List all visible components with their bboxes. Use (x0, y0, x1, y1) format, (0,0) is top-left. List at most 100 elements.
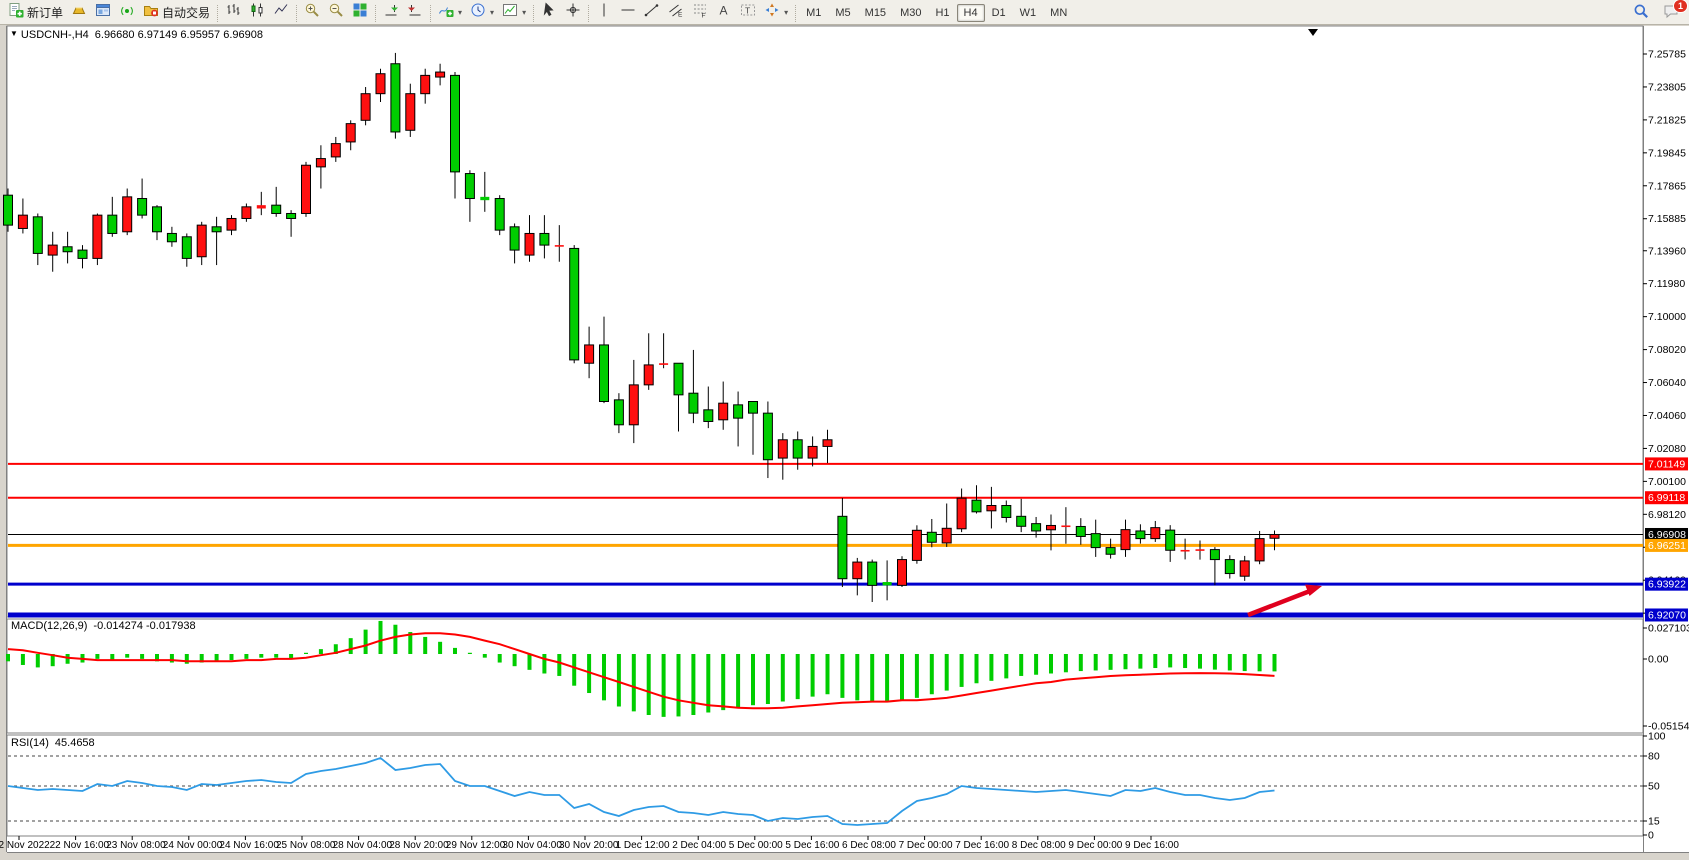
cursor-button[interactable] (537, 1, 561, 23)
chart-dropdown-icon[interactable]: ▼ (10, 29, 18, 38)
line-chart-button[interactable] (269, 1, 293, 23)
svg-text:7.06040: 7.06040 (1648, 377, 1686, 389)
search-button[interactable] (1629, 2, 1653, 24)
svg-text:F: F (702, 12, 706, 18)
timeframe-button-d1[interactable]: D1 (985, 4, 1013, 22)
svg-text:30 Nov 20:00: 30 Nov 20:00 (559, 840, 619, 851)
timeframe-button-h4[interactable]: H4 (957, 4, 985, 22)
chart-area[interactable]: 7.257857.238057.218257.198457.178657.158… (0, 0, 1689, 860)
svg-text:A: A (720, 3, 728, 17)
crosshair-icon (565, 2, 581, 23)
svg-text:7.10000: 7.10000 (1648, 311, 1686, 323)
svg-text:23 Nov 08:00: 23 Nov 08:00 (106, 840, 166, 851)
timeframe-button-mn[interactable]: MN (1043, 4, 1074, 22)
svg-text:7.08020: 7.08020 (1648, 344, 1686, 356)
arrows-button[interactable]: ▾ (760, 1, 792, 23)
periods-button[interactable]: ▾ (466, 1, 498, 23)
candlestick-chart-button[interactable] (245, 1, 269, 23)
bar-chart-button[interactable] (221, 1, 245, 23)
terminal-button[interactable] (91, 1, 115, 23)
new-order-button[interactable]: 新订单 (4, 1, 67, 23)
timeframe-toolbar: M1M5M15M30H1H4D1W1MN (799, 3, 1074, 21)
svg-text:7.00100: 7.00100 (1648, 476, 1686, 488)
svg-text:9 Dec 00:00: 9 Dec 00:00 (1068, 840, 1122, 851)
svg-text:29 Nov 12:00: 29 Nov 12:00 (446, 840, 506, 851)
svg-text:2 Dec 04:00: 2 Dec 04:00 (672, 840, 726, 851)
templates-button[interactable]: ▾ (498, 1, 530, 23)
label-button[interactable]: T (736, 1, 760, 23)
indicators-button[interactable]: ▾ (434, 1, 466, 23)
svg-text:7 Dec 16:00: 7 Dec 16:00 (955, 840, 1009, 851)
svg-text:7.04060: 7.04060 (1648, 410, 1686, 422)
timeframe-button-w1[interactable]: W1 (1013, 4, 1044, 22)
svg-text:6.93922: 6.93922 (1648, 579, 1686, 591)
macd-name: MACD(12,26,9) (11, 620, 87, 632)
trendline-button[interactable] (640, 1, 664, 23)
zoom-out-button[interactable] (324, 1, 348, 23)
macd-pane[interactable] (7, 619, 1643, 733)
notifications-button[interactable]: 1 (1659, 2, 1683, 24)
search-icon (1633, 3, 1649, 24)
signals-button[interactable] (115, 1, 139, 23)
svg-text:1 Dec 12:00: 1 Dec 12:00 (616, 840, 670, 851)
channel-button[interactable]: E (664, 1, 688, 23)
channel-icon: E (668, 2, 684, 23)
rsi-value: 45.4658 (55, 737, 95, 749)
notification-badge: 1 (1673, 0, 1688, 13)
fibonacci-button[interactable]: F (688, 1, 712, 23)
gold-button[interactable] (67, 1, 91, 23)
svg-text:22 Nov 2022: 22 Nov 2022 (0, 840, 50, 851)
zoom-in-button[interactable] (300, 1, 324, 23)
svg-text:28 Nov 04:00: 28 Nov 04:00 (333, 840, 393, 851)
timeframe-button-h1[interactable]: H1 (928, 4, 956, 22)
tile-windows-button[interactable] (348, 1, 372, 23)
timeframe-button-m30[interactable]: M30 (893, 4, 928, 22)
signal-icon (119, 2, 135, 23)
svg-text:7.25785: 7.25785 (1648, 49, 1686, 61)
auto-trading-icon (143, 2, 159, 23)
chart-shift-icon (407, 2, 423, 23)
svg-text:24 Nov 00:00: 24 Nov 00:00 (163, 840, 223, 851)
chart-shift-button[interactable] (403, 1, 427, 23)
svg-text:28 Nov 20:00: 28 Nov 20:00 (389, 840, 449, 851)
main-price-pane[interactable] (7, 26, 1643, 617)
svg-text:0: 0 (1648, 830, 1654, 842)
chevron-down-icon: ▾ (522, 8, 526, 17)
svg-text:7.19845: 7.19845 (1648, 147, 1686, 159)
svg-text:7.15885: 7.15885 (1648, 213, 1686, 225)
toolbar-separator (533, 5, 534, 22)
svg-text:6 Dec 08:00: 6 Dec 08:00 (842, 840, 896, 851)
svg-text:0.00: 0.00 (1648, 654, 1669, 666)
tile-windows-icon (352, 2, 368, 23)
candlestick-icon (249, 2, 265, 23)
svg-text:7.02080: 7.02080 (1648, 443, 1686, 455)
svg-text:25 Nov 08:00: 25 Nov 08:00 (276, 840, 336, 851)
auto-trading-button[interactable]: 自动交易 (139, 1, 214, 23)
svg-text:9 Dec 16:00: 9 Dec 16:00 (1125, 840, 1179, 851)
svg-text:E: E (678, 11, 683, 18)
svg-text:7.21825: 7.21825 (1648, 114, 1686, 126)
crosshair-button[interactable] (561, 1, 585, 23)
zoom-in-icon (304, 2, 320, 23)
svg-text:5 Dec 00:00: 5 Dec 00:00 (729, 840, 783, 851)
macd-values: -0.014274 -0.017938 (93, 620, 195, 632)
svg-text:30 Nov 04:00: 30 Nov 04:00 (502, 840, 562, 851)
svg-text:7.23805: 7.23805 (1648, 81, 1686, 93)
timeframe-button-m5[interactable]: M5 (828, 4, 857, 22)
text-icon: A (716, 2, 732, 23)
timeframe-button-m1[interactable]: M1 (799, 4, 828, 22)
svg-text:50: 50 (1648, 781, 1660, 793)
chevron-down-icon: ▾ (490, 8, 494, 17)
svg-text:7.11980: 7.11980 (1648, 278, 1685, 290)
vertical-line-icon (596, 2, 612, 23)
vertical-line-button[interactable] (592, 1, 616, 23)
svg-text:6.96251: 6.96251 (1648, 540, 1686, 552)
svg-text:24 Nov 16:00: 24 Nov 16:00 (219, 840, 279, 851)
svg-text:80: 80 (1648, 751, 1660, 763)
text-button[interactable]: A (712, 1, 736, 23)
timeframe-button-m15[interactable]: M15 (858, 4, 893, 22)
chevron-down-icon: ▾ (458, 8, 462, 17)
template-icon (502, 2, 518, 23)
auto-scroll-button[interactable] (379, 1, 403, 23)
horizontal-line-button[interactable] (616, 1, 640, 23)
